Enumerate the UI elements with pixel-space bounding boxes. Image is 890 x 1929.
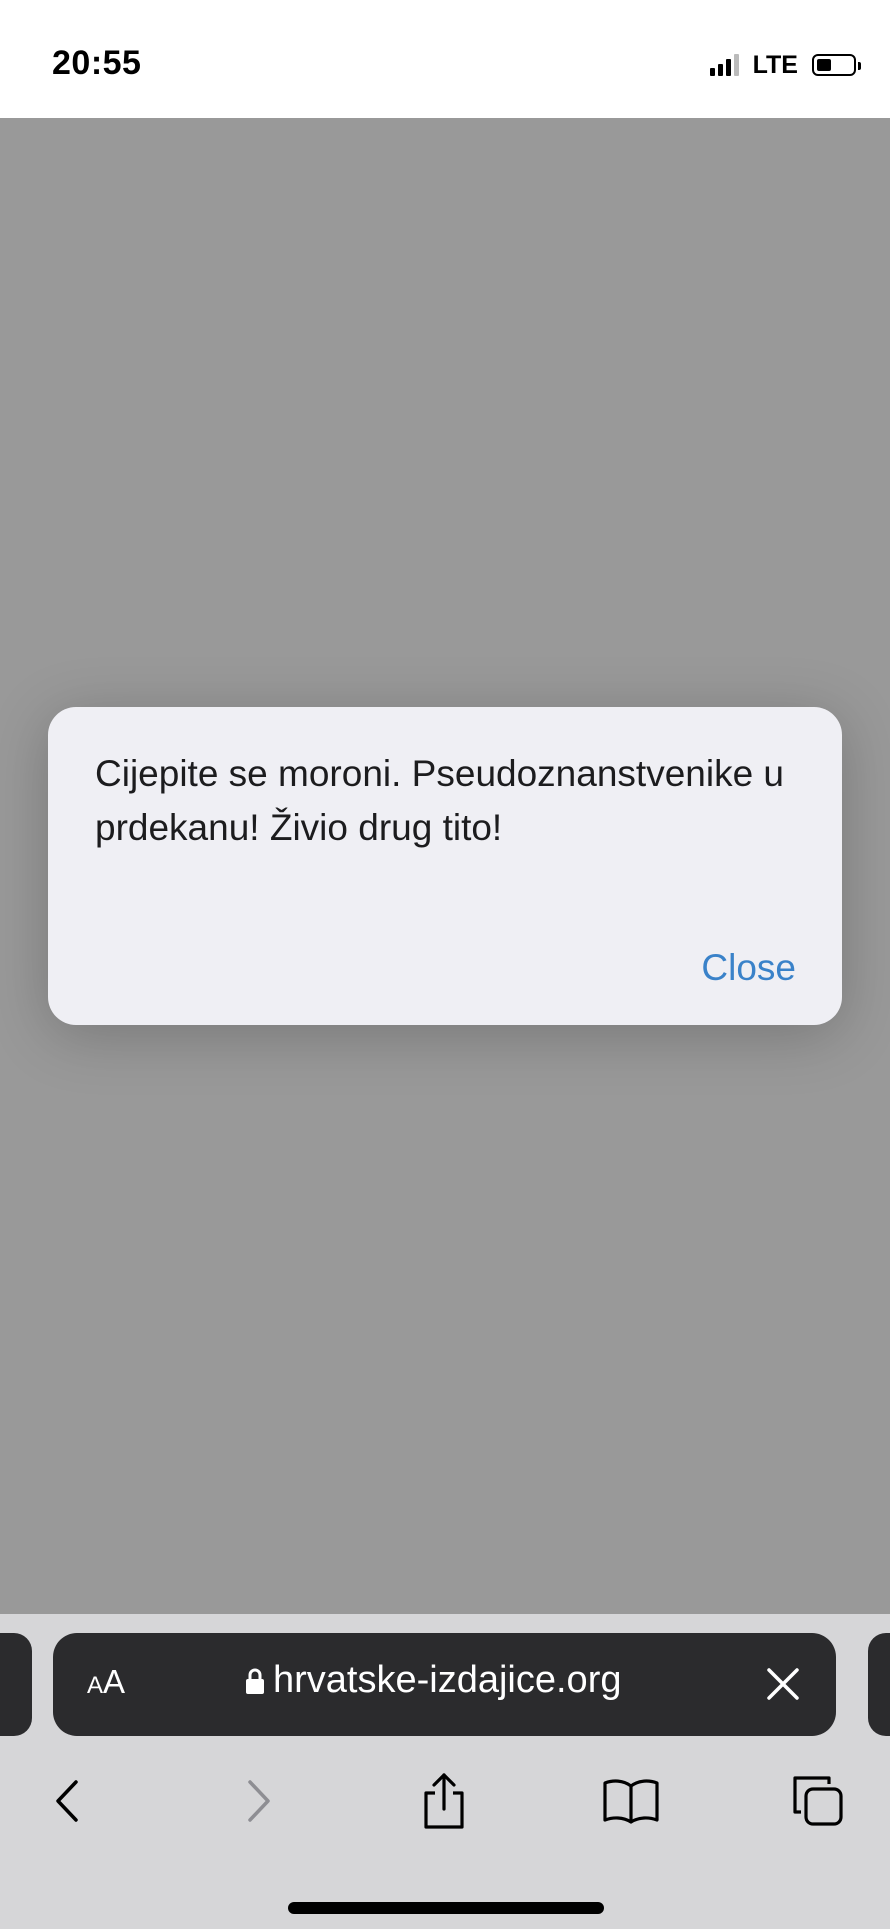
share-button[interactable]	[412, 1769, 476, 1833]
network-label: LTE	[752, 50, 798, 79]
text-size-button[interactable]: AA	[87, 1663, 125, 1701]
share-icon	[424, 1773, 464, 1829]
forward-icon	[248, 1780, 270, 1822]
url-display[interactable]: hrvatske-izdajice.org	[245, 1659, 621, 1702]
alert-message: Cijepite se moroni. Pseudoznanstvenike u…	[95, 753, 784, 848]
close-icon[interactable]	[760, 1661, 806, 1707]
tabs-icon	[793, 1776, 843, 1826]
status-time: 20:55	[52, 44, 142, 82]
text-size-small-a: A	[87, 1672, 104, 1699]
forward-button[interactable]	[226, 1769, 290, 1833]
previous-tab-peek[interactable]	[0, 1633, 32, 1736]
text-size-large-a: A	[103, 1663, 126, 1700]
lock-icon	[246, 1668, 264, 1694]
next-tab-peek[interactable]	[868, 1633, 890, 1736]
bookmarks-button[interactable]	[599, 1769, 663, 1833]
status-indicators: LTE	[709, 48, 861, 82]
url-text: hrvatske-izdajice.org	[273, 1659, 622, 1701]
bookmarks-icon	[603, 1779, 659, 1824]
home-indicator	[288, 1902, 604, 1914]
tabs-button[interactable]	[786, 1769, 850, 1833]
back-button[interactable]	[36, 1769, 100, 1833]
close-button[interactable]: Close	[701, 947, 796, 989]
signal-icon	[709, 54, 739, 76]
back-icon	[56, 1780, 78, 1822]
battery-icon	[812, 54, 861, 76]
navigation-row	[0, 1769, 890, 1849]
browser-toolbar: AA hrvatske-izdajice.org	[0, 1614, 890, 1929]
address-bar[interactable]: AA hrvatske-izdajice.org	[53, 1633, 836, 1736]
status-bar: 20:55 LTE	[0, 0, 890, 118]
alert-dialog: Cijepite se moroni. Pseudoznanstvenike u…	[48, 707, 842, 1025]
